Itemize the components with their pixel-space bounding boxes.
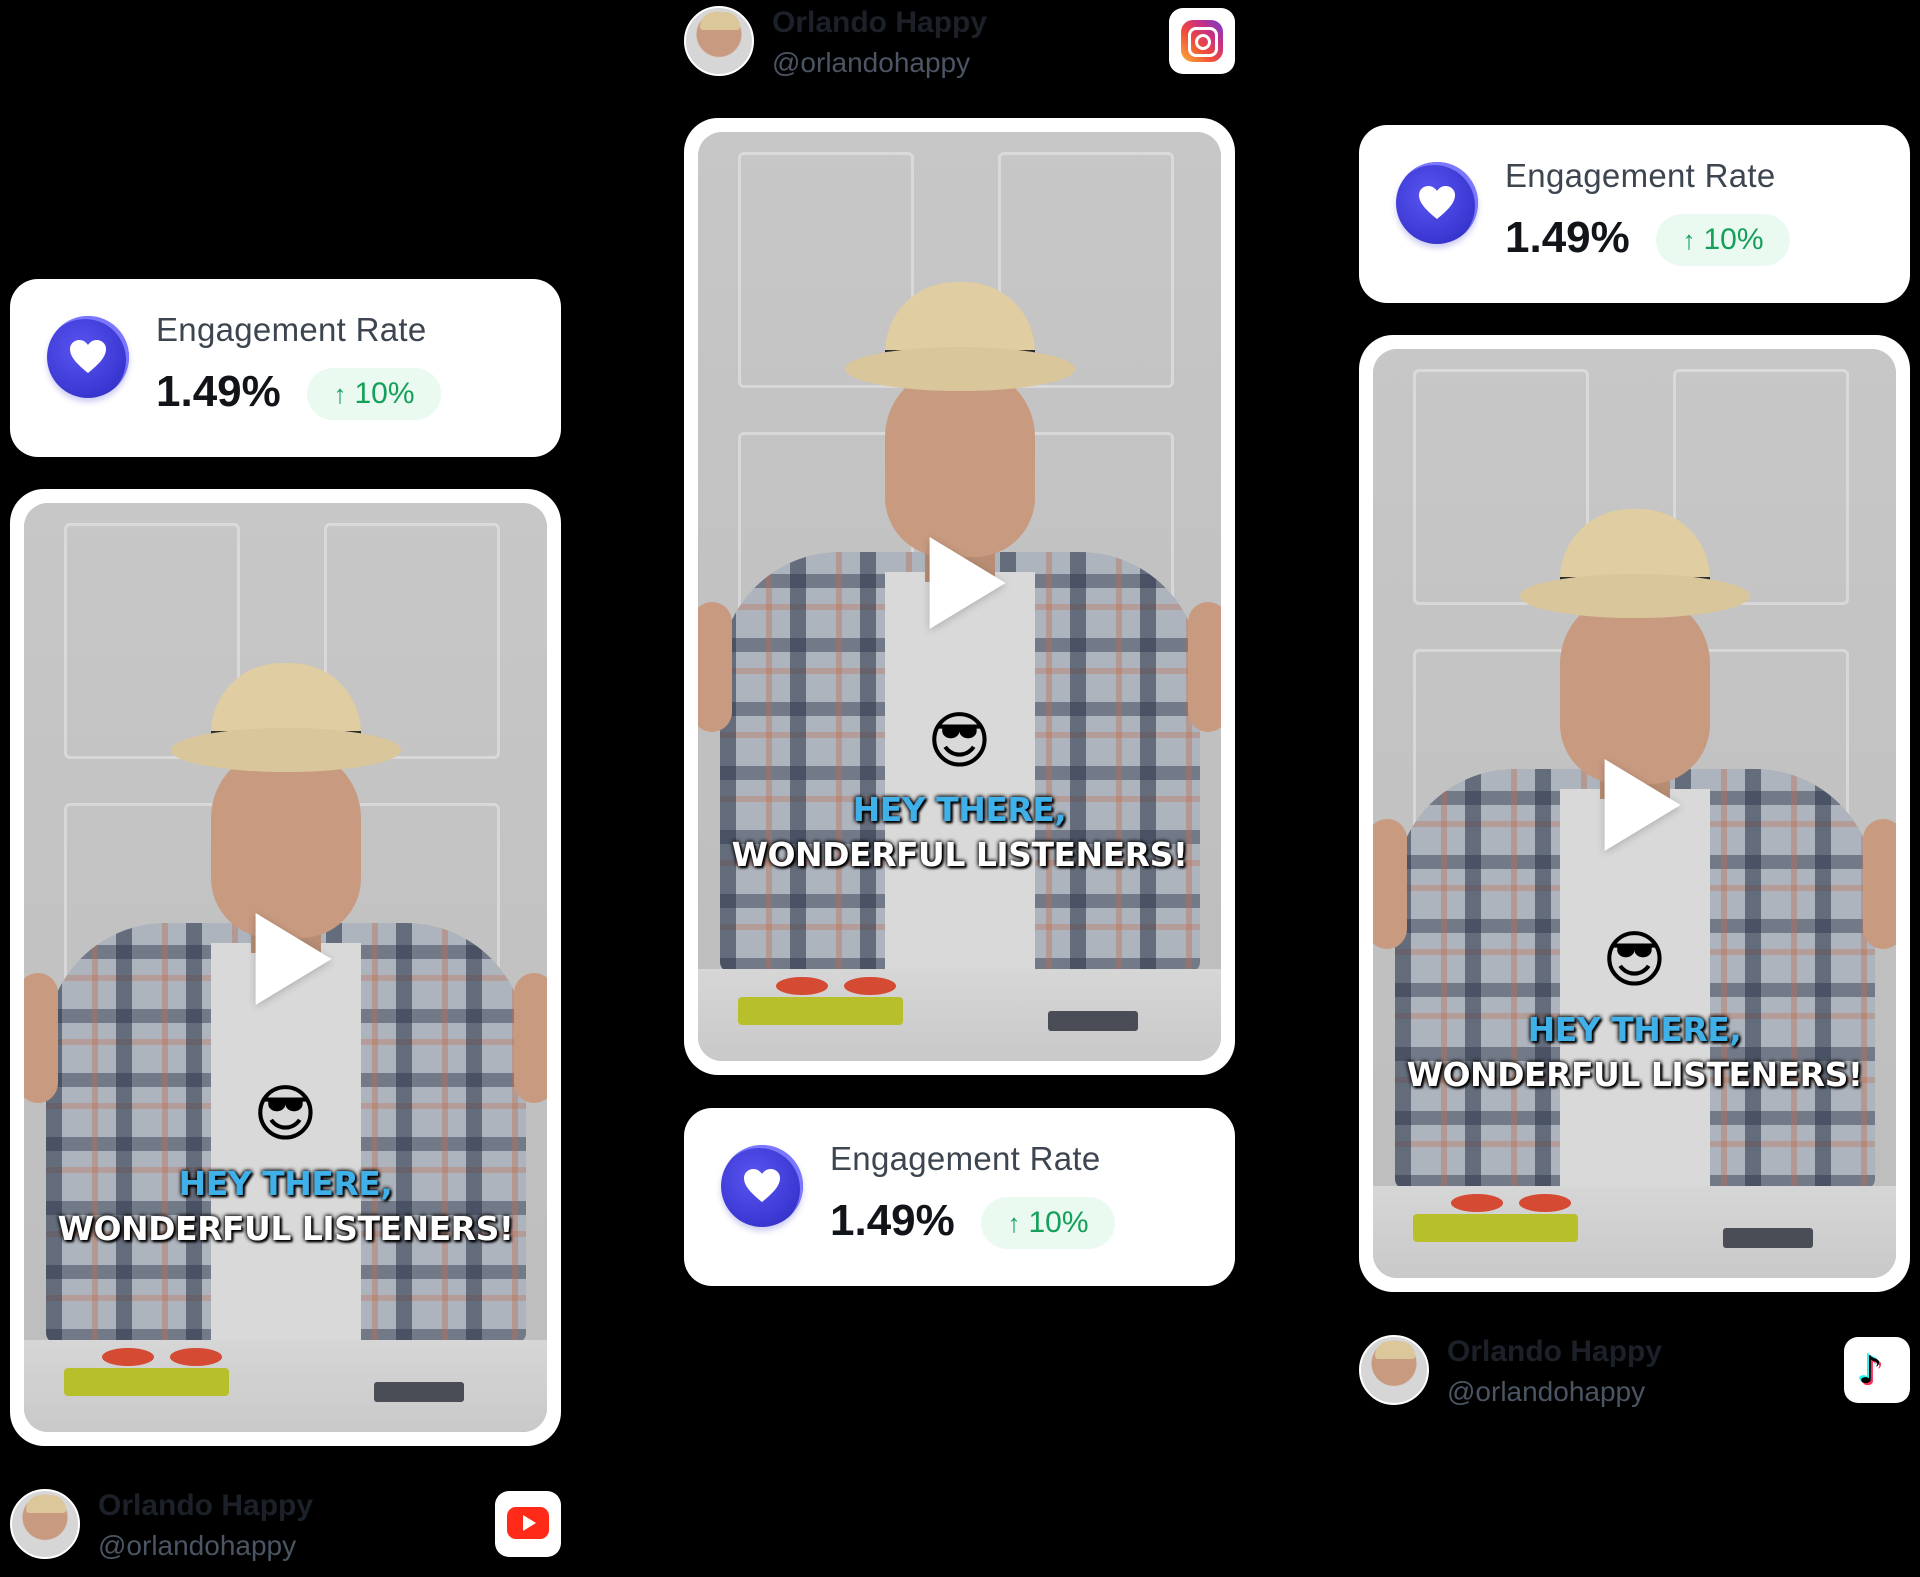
video-caption: HEY THERE, WONDERFUL LISTENERS! (698, 787, 1221, 877)
youtube-badge[interactable] (495, 1491, 561, 1557)
tiktok-icon: ♪ (1858, 1348, 1883, 1392)
engagement-rate-card: Engagement Rate 1.49% ↑ 10% (1359, 125, 1910, 303)
engagement-rate-card: Engagement Rate 1.49% ↑ 10% (10, 279, 561, 457)
caption-line-1: HEY THERE, (178, 1164, 393, 1203)
profile-handle[interactable]: @orlandohappy (98, 1530, 296, 1562)
profile-row: Orlando Happy @orlandohappy (684, 6, 1235, 78)
sunglasses (776, 977, 896, 995)
tiktok-badge[interactable]: ♪ (1844, 1337, 1910, 1403)
phone (1048, 1011, 1138, 1031)
caption-line-2: WONDERFUL LISTENERS! (731, 835, 1188, 874)
engagement-rate-label: Engagement Rate (156, 311, 427, 348)
engagement-change-value: 10% (1028, 1206, 1089, 1239)
engagement-rate-value: 1.49% (1505, 213, 1630, 262)
phone (374, 1382, 464, 1402)
caption-line-1: HEY THERE, (852, 790, 1067, 829)
video-caption: HEY THERE, WONDERFUL LISTENERS! (1373, 1007, 1896, 1097)
engagement-rate-card: Engagement Rate 1.49% ↑ 10% (684, 1108, 1235, 1286)
avatar[interactable] (1359, 1335, 1429, 1405)
engagement-rate-label: Engagement Rate (830, 1140, 1101, 1177)
heart-icon (721, 1145, 803, 1227)
instagram-icon (1181, 20, 1223, 62)
video-thumbnail: 😎 HEY THERE, WONDERFUL LISTENERS! (24, 503, 547, 1432)
book (1413, 1214, 1578, 1242)
video-thumbnail: 😎 HEY THERE, WONDERFUL LISTENERS! (1373, 349, 1896, 1278)
profile-name[interactable]: Orlando Happy (772, 6, 987, 40)
engagement-change-value: 10% (1703, 223, 1764, 256)
profile-row: Orlando Happy @orlandohappy ♪ (1359, 1335, 1910, 1407)
heart-icon (47, 316, 129, 398)
caption-line-2: WONDERFUL LISTENERS! (57, 1209, 514, 1248)
book (738, 997, 903, 1025)
video-card[interactable]: 😎 HEY THERE, WONDERFUL LISTENERS! (1359, 335, 1910, 1292)
desk (1373, 1186, 1896, 1278)
video-thumbnail: 😎 HEY THERE, WONDERFUL LISTENERS! (698, 132, 1221, 1061)
sunglasses (1451, 1194, 1571, 1212)
sunglasses-emoji: 😎 (927, 704, 992, 777)
caption-line-2: WONDERFUL LISTENERS! (1406, 1055, 1863, 1094)
caption-line-1: HEY THERE, (1527, 1010, 1742, 1049)
engagement-change-badge: ↑ 10% (307, 368, 441, 420)
book (64, 1368, 229, 1396)
sunglasses-emoji: 😎 (253, 1077, 318, 1150)
engagement-rate-label: Engagement Rate (1505, 157, 1776, 194)
heart-icon (1396, 162, 1478, 244)
sunglasses (102, 1348, 222, 1366)
video-card[interactable]: 😎 HEY THERE, WONDERFUL LISTENERS! (10, 489, 561, 1446)
play-icon[interactable] (929, 537, 1006, 629)
avatar[interactable] (10, 1489, 80, 1559)
youtube-icon (507, 1507, 549, 1539)
instagram-badge[interactable] (1169, 8, 1235, 74)
engagement-rate-value: 1.49% (156, 367, 281, 416)
profile-name[interactable]: Orlando Happy (1447, 1335, 1662, 1369)
profile-row: Orlando Happy @orlandohappy (10, 1489, 561, 1561)
sunglasses-emoji: 😎 (1602, 923, 1667, 996)
arrow-up-icon: ↑ (1682, 225, 1696, 255)
arrow-up-icon: ↑ (333, 379, 347, 409)
play-icon[interactable] (255, 913, 332, 1005)
desk (24, 1340, 547, 1432)
profile-name[interactable]: Orlando Happy (98, 1489, 313, 1523)
engagement-change-value: 10% (354, 377, 415, 410)
engagement-rate-value: 1.49% (830, 1196, 955, 1245)
arrow-up-icon: ↑ (1007, 1208, 1021, 1238)
phone (1723, 1228, 1813, 1248)
desk (698, 969, 1221, 1061)
play-icon[interactable] (1604, 759, 1681, 851)
avatar[interactable] (684, 6, 754, 76)
engagement-change-badge: ↑ 10% (1656, 214, 1790, 266)
video-caption: HEY THERE, WONDERFUL LISTENERS! (24, 1161, 547, 1251)
profile-handle[interactable]: @orlandohappy (1447, 1376, 1645, 1408)
profile-handle[interactable]: @orlandohappy (772, 47, 970, 79)
engagement-change-badge: ↑ 10% (981, 1197, 1115, 1249)
video-card[interactable]: 😎 HEY THERE, WONDERFUL LISTENERS! (684, 118, 1235, 1075)
